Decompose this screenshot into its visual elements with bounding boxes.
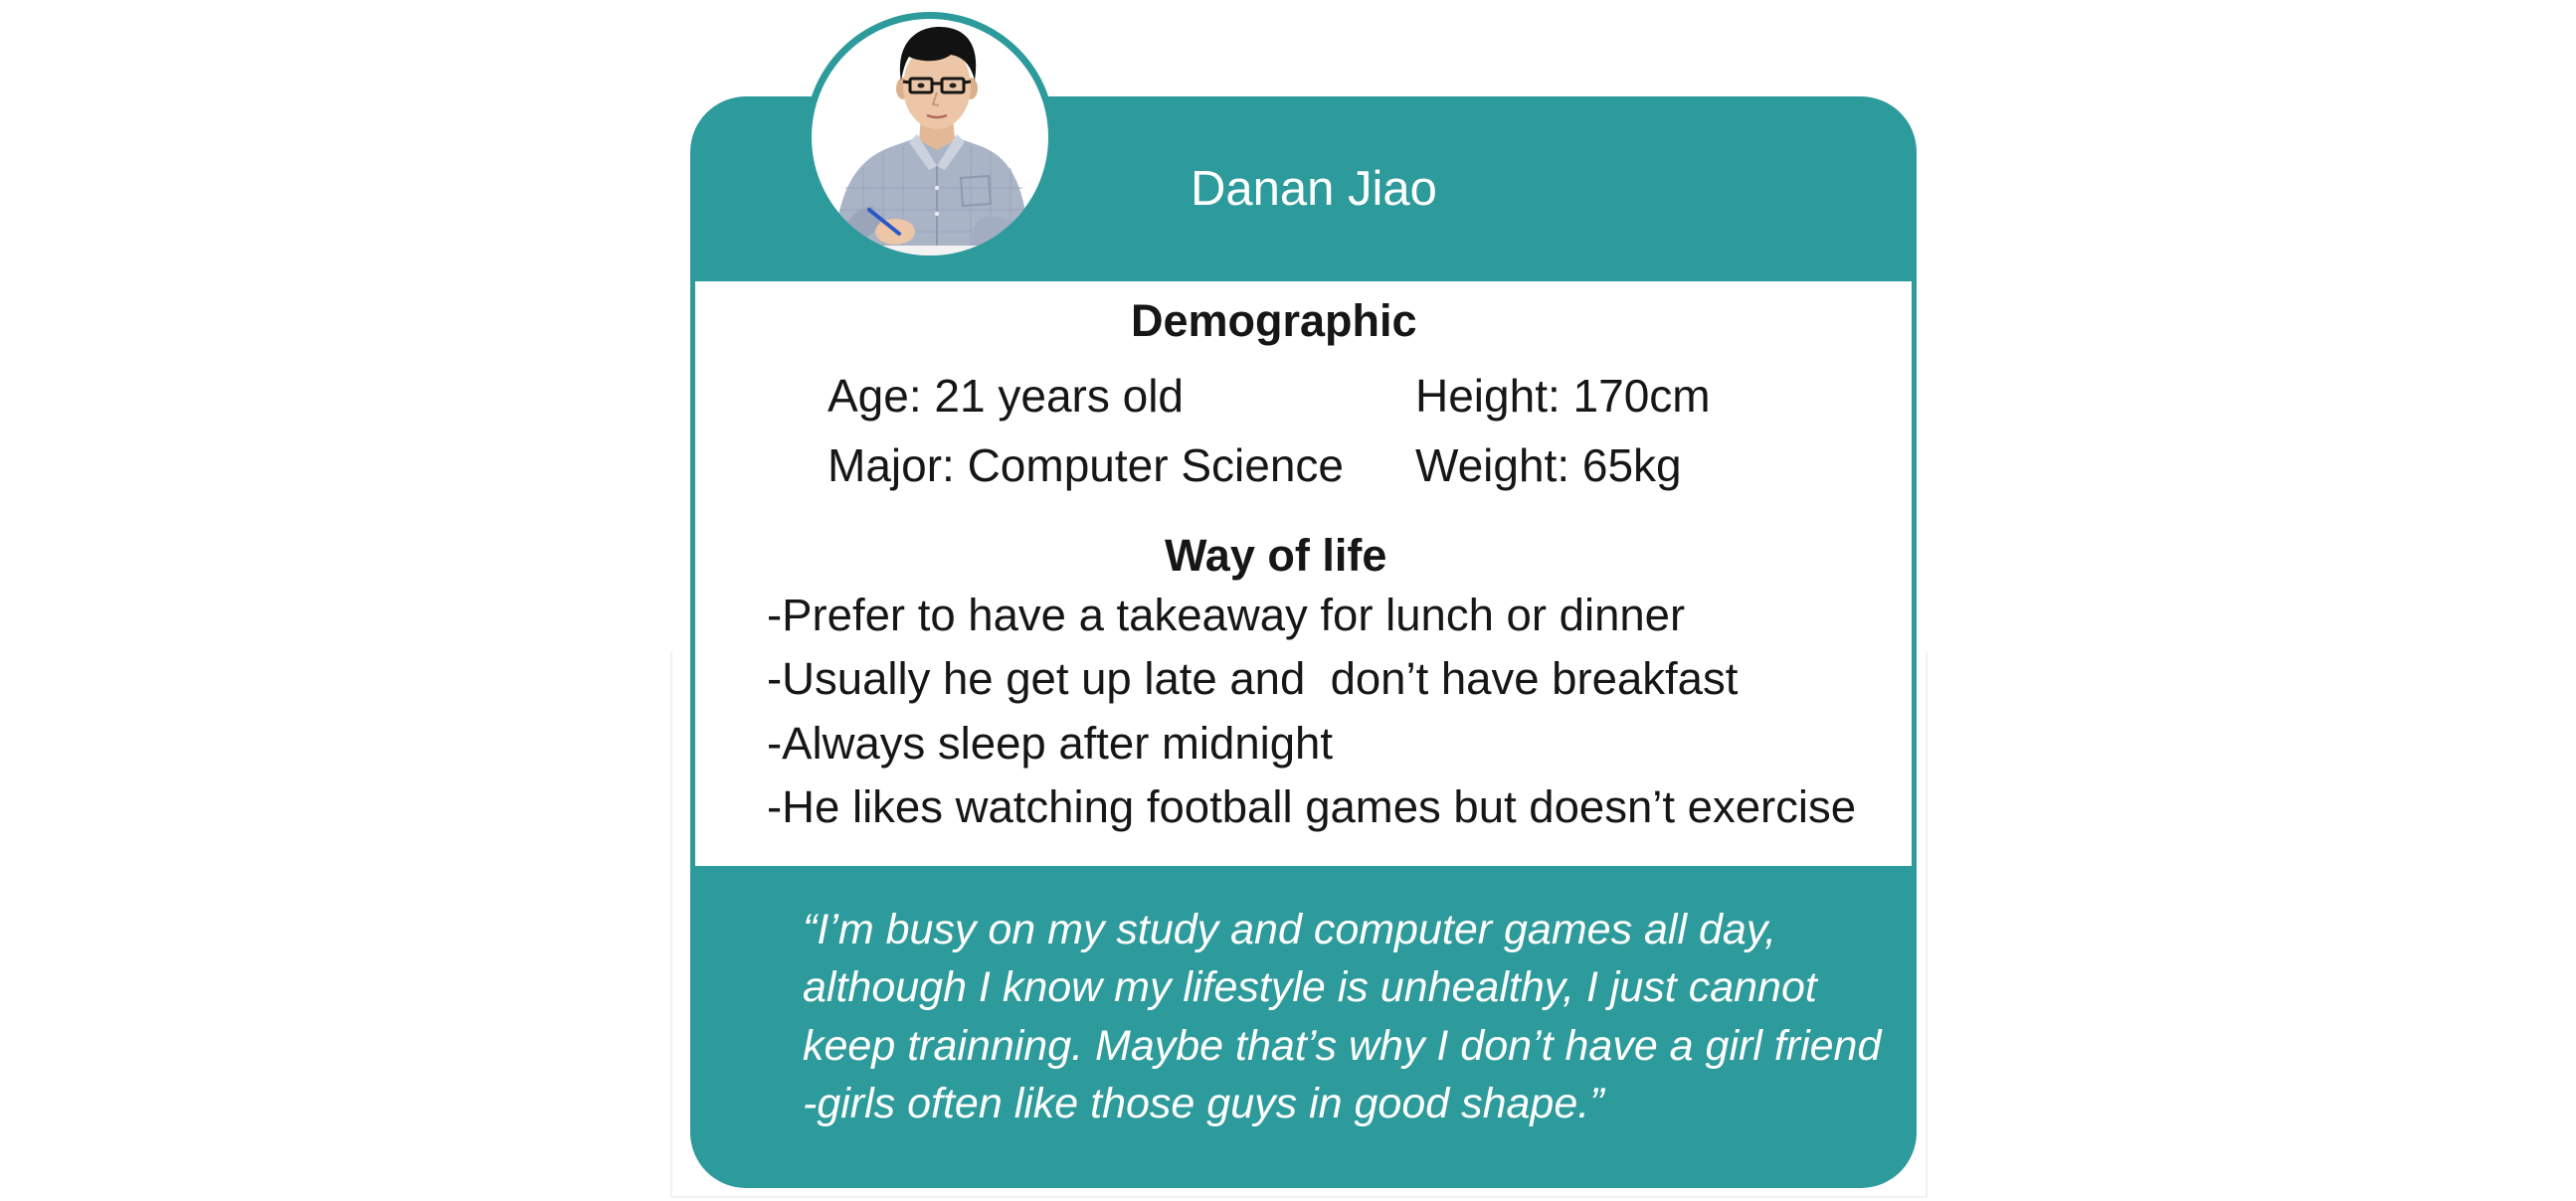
quote-line: keep trainning. Maybe that’s why I don’t…	[803, 1021, 1882, 1070]
height-field: Height: 170cm	[1415, 370, 1711, 422]
quote-line: -girls often like those guys in good sha…	[803, 1079, 1604, 1127]
weight-field: Weight: 65kg	[1415, 439, 1682, 491]
demographic-title: Demographic	[1131, 295, 1417, 346]
persona-card: Danan Jiao Demographic Age: 21 years old…	[690, 12, 1917, 1188]
list-item: -Usually he get up late and don’t have b…	[767, 653, 1739, 705]
persona-quote: “I’m busy on my study and computer games…	[803, 901, 1881, 1132]
list-item: -He likes watching football games but do…	[767, 781, 1857, 833]
person-photo	[812, 27, 1048, 256]
major-field: Major: Computer Science	[828, 439, 1344, 491]
way-of-life-title: Way of life	[1165, 530, 1387, 581]
persona-name: Danan Jiao	[1191, 162, 1437, 216]
way-of-life-list: -Prefer to have a takeaway for lunch or …	[767, 584, 1856, 840]
quote-line: although I know my lifestyle is unhealth…	[803, 963, 1817, 1012]
avatar	[805, 12, 1055, 262]
quote-line: “I’m busy on my study and computer games…	[803, 906, 1777, 953]
info-panel: Demographic Age: 21 years old Height: 17…	[695, 281, 1912, 866]
age-field: Age: 21 years old	[828, 370, 1185, 422]
list-item: -Always sleep after midnight	[767, 717, 1333, 769]
list-item: -Prefer to have a takeaway for lunch or …	[767, 590, 1686, 640]
